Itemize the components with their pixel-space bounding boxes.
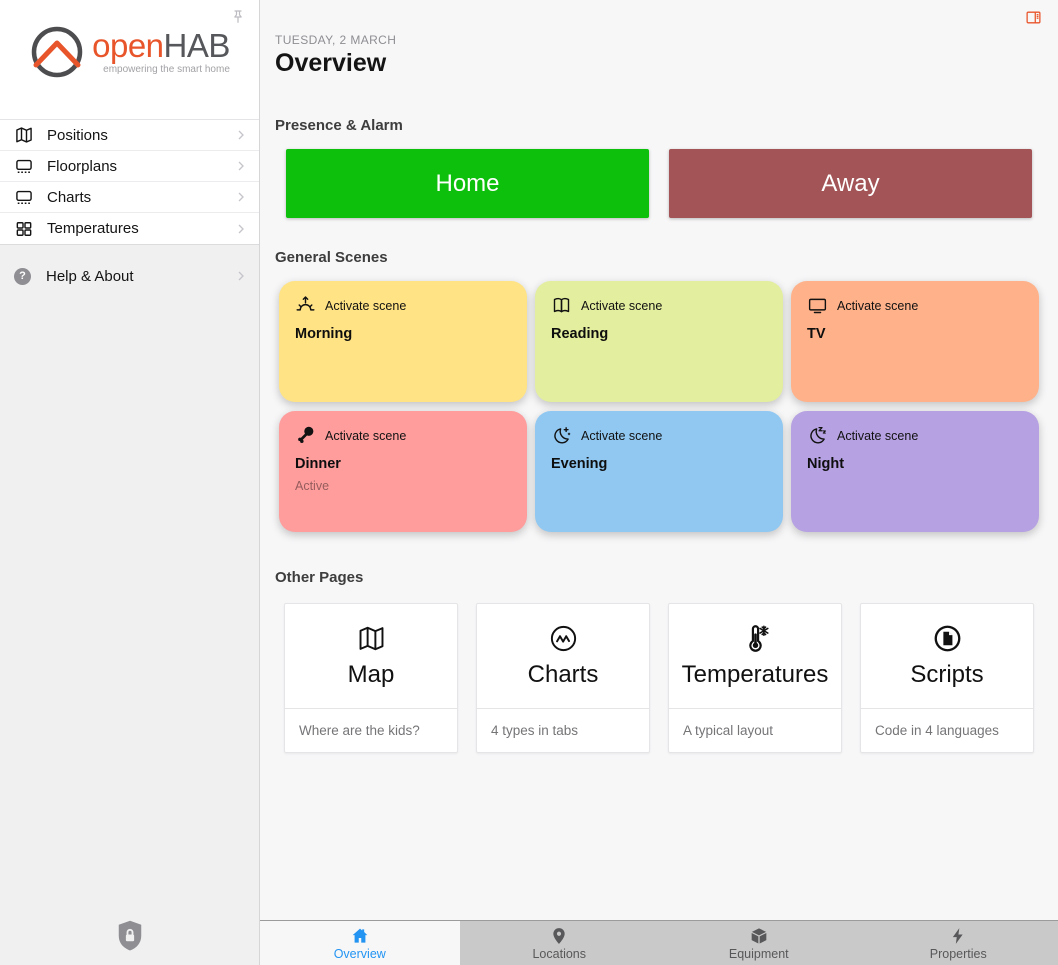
tab-label: Overview	[334, 947, 386, 961]
pages-grid: Map Where are the kids? Charts 4 types i…	[284, 603, 1034, 753]
scene-card-evening[interactable]: Activate scene Evening	[535, 411, 783, 532]
waveform-circle-icon	[548, 623, 579, 654]
sunrise-icon	[295, 295, 316, 316]
scene-card-reading[interactable]: Activate scene Reading	[535, 281, 783, 402]
moon-stars-icon	[551, 425, 572, 446]
presence-buttons-row: Home Away	[286, 149, 1032, 218]
tab-properties[interactable]: Properties	[859, 921, 1058, 965]
scene-action-label: Activate scene	[325, 299, 406, 313]
moon-zzz-icon	[807, 425, 828, 446]
scene-action-label: Activate scene	[837, 429, 918, 443]
home-button[interactable]: Home	[286, 149, 649, 218]
chevron-right-icon	[233, 158, 249, 174]
page-card-title: Map	[348, 661, 395, 689]
page-card-title: Charts	[528, 661, 599, 689]
tab-overview[interactable]: Overview	[260, 921, 460, 965]
scene-card-dinner[interactable]: Activate scene Dinner Active	[279, 411, 527, 532]
drumstick-icon	[295, 425, 316, 446]
page-card-subtitle: 4 types in tabs	[477, 708, 649, 752]
sidebar-item-label: Floorplans	[47, 158, 117, 175]
chevron-right-icon	[233, 221, 249, 237]
home-icon	[350, 926, 370, 946]
scene-grid: Activate scene Morning Activate scene Re…	[279, 281, 1039, 532]
scene-title: Dinner	[295, 456, 511, 472]
page-card-temperatures[interactable]: Temperatures A typical layout	[668, 603, 842, 753]
bottom-tabbar: Overview Locations Equipment	[260, 920, 1058, 965]
sidebar-item-label: Charts	[47, 189, 91, 206]
sidebar-item-label: Positions	[47, 127, 108, 144]
page-card-title: Temperatures	[682, 661, 829, 689]
help-about-label: Help & About	[46, 268, 134, 285]
doc-circle-icon	[932, 623, 963, 654]
away-button[interactable]: Away	[669, 149, 1032, 218]
scene-card-night[interactable]: Activate scene Night	[791, 411, 1039, 532]
openhab-logo-icon	[29, 24, 85, 80]
scene-title: Night	[807, 456, 1023, 472]
page-content: TUESDAY, 2 MARCH Overview Presence & Ala…	[260, 0, 1058, 920]
section-general-scenes: General Scenes	[275, 249, 1043, 266]
scene-card-morning[interactable]: Activate scene Morning	[279, 281, 527, 402]
cube-icon	[749, 926, 769, 946]
chevron-right-icon	[233, 189, 249, 205]
scene-status: Active	[295, 479, 511, 493]
page-card-charts[interactable]: Charts 4 types in tabs	[476, 603, 650, 753]
sidebar-footer	[0, 919, 259, 965]
scene-action-label: Activate scene	[837, 299, 918, 313]
page-card-subtitle: Where are the kids?	[285, 708, 457, 752]
scene-title: Evening	[551, 456, 767, 472]
location-pin-icon	[549, 926, 569, 946]
tab-locations[interactable]: Locations	[460, 921, 660, 965]
page-card-map[interactable]: Map Where are the kids?	[284, 603, 458, 753]
date-label: TUESDAY, 2 MARCH	[275, 33, 1043, 47]
sidebar-item-floorplans[interactable]: Floorplans	[0, 151, 259, 182]
sidebar: openHAB empowering the smart home Positi…	[0, 0, 260, 965]
scene-action-label: Activate scene	[581, 429, 662, 443]
sidebar-item-help-about[interactable]: ? Help & About	[0, 260, 259, 292]
sidebar-header: openHAB empowering the smart home	[0, 0, 259, 119]
chevron-right-icon	[233, 127, 249, 143]
tv-icon	[807, 295, 828, 316]
openhab-logo: openHAB empowering the smart home	[0, 24, 259, 80]
chevron-right-icon	[233, 268, 249, 284]
section-other-pages: Other Pages	[275, 569, 1043, 586]
sidebar-item-charts[interactable]: Charts	[0, 182, 259, 213]
tab-equipment[interactable]: Equipment	[659, 921, 859, 965]
screen-icon	[14, 187, 34, 207]
sidebar-item-temperatures[interactable]: Temperatures	[0, 213, 259, 244]
shield-lock-icon[interactable]	[115, 919, 145, 955]
page-card-subtitle: Code in 4 languages	[861, 708, 1033, 752]
main-panel: TUESDAY, 2 MARCH Overview Presence & Ala…	[260, 0, 1058, 965]
bolt-icon	[948, 926, 968, 946]
panel-toggle-icon[interactable]	[1025, 9, 1042, 26]
logo-text: openHAB	[92, 29, 230, 62]
pin-icon[interactable]	[229, 8, 247, 26]
map-icon	[356, 623, 387, 654]
book-icon	[551, 295, 572, 316]
map-icon	[14, 125, 34, 145]
sidebar-item-label: Temperatures	[47, 220, 139, 237]
logo-tagline: empowering the smart home	[103, 64, 230, 75]
tab-label: Locations	[532, 947, 586, 961]
scene-title: Reading	[551, 326, 767, 342]
scene-action-label: Activate scene	[581, 299, 662, 313]
page-title: Overview	[275, 49, 1043, 78]
tab-label: Properties	[930, 947, 987, 961]
grid-icon	[14, 219, 34, 239]
scene-title: TV	[807, 326, 1023, 342]
scene-action-label: Activate scene	[325, 429, 406, 443]
section-presence-alarm: Presence & Alarm	[275, 117, 1043, 134]
page-card-subtitle: A typical layout	[669, 708, 841, 752]
thermometer-snowflake-icon	[740, 623, 771, 654]
page-card-scripts[interactable]: Scripts Code in 4 languages	[860, 603, 1034, 753]
scene-card-tv[interactable]: Activate scene TV	[791, 281, 1039, 402]
tab-label: Equipment	[729, 947, 789, 961]
sidebar-item-positions[interactable]: Positions	[0, 120, 259, 151]
sidebar-nav: Positions Floorplans	[0, 119, 259, 245]
page-card-title: Scripts	[910, 661, 983, 689]
scene-title: Morning	[295, 326, 511, 342]
screen-icon	[14, 156, 34, 176]
question-mark-icon: ?	[14, 268, 31, 285]
